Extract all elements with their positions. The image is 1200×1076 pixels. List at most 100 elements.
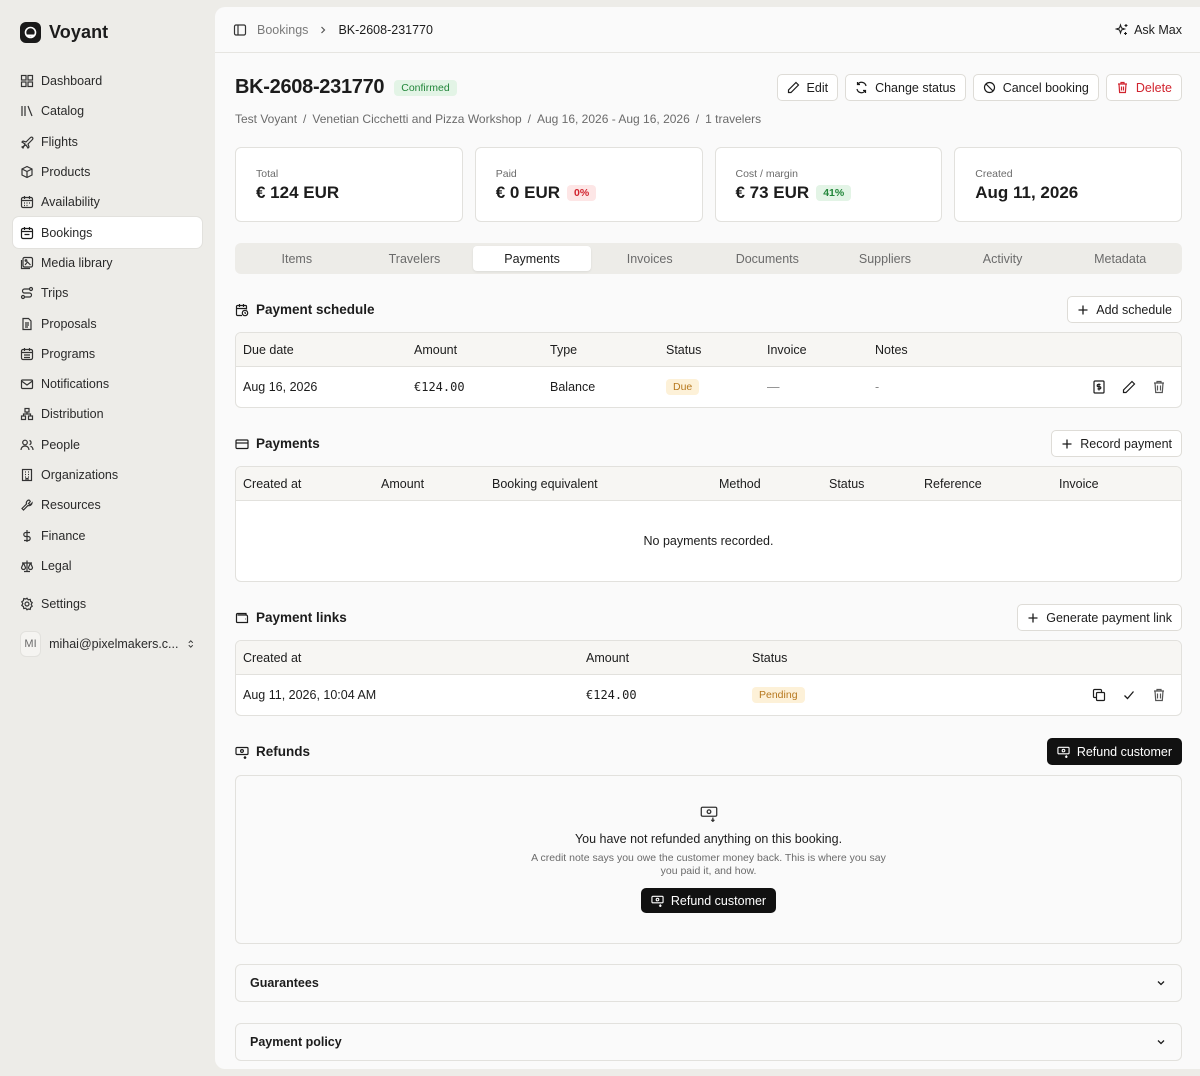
delete-button[interactable]: Delete [1105, 74, 1182, 101]
plus-icon [1062, 439, 1072, 448]
change-status-label: Change status [875, 80, 956, 95]
sidebar-item-label: People [41, 437, 80, 452]
stat-value: Aug 11, 2026 [975, 183, 1161, 203]
invoice: — [767, 380, 780, 394]
sidebar-item-settings[interactable]: Settings [13, 589, 202, 619]
payment-policy-collapsible[interactable]: Payment policy [235, 1023, 1182, 1061]
tab-documents[interactable]: Documents [709, 246, 827, 271]
record-payment-button[interactable]: Record payment [1051, 430, 1182, 457]
tab-activity[interactable]: Activity [944, 246, 1062, 271]
sidebar-item-programs[interactable]: Programs [13, 339, 202, 369]
sidebar-item-flights[interactable]: Flights [13, 127, 202, 157]
guarantees-collapsible[interactable]: Guarantees [235, 964, 1182, 1002]
sidebar-item-label: Bookings [41, 225, 93, 240]
generate-payment-link-button[interactable]: Generate payment link [1017, 604, 1182, 631]
column-header: Method [719, 476, 761, 491]
logo-icon [20, 22, 41, 43]
sidebar-item-bookings[interactable]: Bookings [13, 217, 202, 248]
sidebar-item-organizations[interactable]: Organizations [13, 460, 202, 490]
sidebar-item-finance[interactable]: Finance [13, 520, 202, 550]
table-header: Created at Amount Status [236, 641, 1181, 675]
stat-label: Cost / margin [735, 168, 798, 180]
add-schedule-label: Add schedule [1096, 302, 1172, 317]
sidebar-nav: Dashboard Catalog Flights Products Avail… [13, 66, 202, 619]
pencil-icon [787, 81, 799, 94]
credit-card-icon [235, 438, 249, 449]
copy-icon[interactable] [1091, 687, 1107, 703]
sidebar-item-trips[interactable]: Trips [13, 278, 202, 308]
trash-icon[interactable] [1151, 687, 1167, 703]
payment-links-title: Payment links [256, 610, 347, 625]
tab-metadata[interactable]: Metadata [1061, 246, 1179, 271]
sidebar-item-resources[interactable]: Resources [13, 490, 202, 520]
wrench-icon [21, 499, 33, 512]
sidebar-item-media-library[interactable]: Media library [13, 248, 202, 278]
building-icon [21, 468, 33, 482]
sidebar: Voyant Dashboard Catalog Flights Product… [0, 0, 214, 1076]
column-header: Invoice [767, 342, 807, 357]
section-title: Payment schedule [235, 302, 375, 317]
calendar-clock-icon [235, 303, 249, 316]
stat-label: Paid [495, 168, 517, 180]
sidebar-item-legal[interactable]: Legal [13, 551, 202, 581]
app-logo[interactable]: Voyant [20, 22, 108, 43]
subtitle-separator: / [303, 112, 307, 126]
payments-table: Created at Amount Booking equivalent Met… [235, 466, 1182, 582]
refund-customer-button[interactable]: Refund customer [1046, 738, 1182, 765]
trash-icon [1117, 81, 1127, 94]
stat-value: € 0 EUR 0% [496, 183, 682, 203]
sidebar-item-notifications[interactable]: Notifications [13, 369, 202, 399]
refund-customer-button-secondary[interactable]: Refund customer [640, 888, 777, 913]
table-row: Aug 11, 2026, 10:04 AM €124.00 Pending [236, 675, 1181, 715]
user-email: mihai@pixelmakers.c... [49, 637, 179, 651]
add-schedule-button[interactable]: Add schedule [1067, 296, 1182, 323]
invoice-icon[interactable] [1091, 379, 1107, 395]
sparkles-icon [1115, 22, 1128, 35]
stat-value-text: € 73 EUR [735, 183, 810, 202]
stat-value: € 73 EUR 41% [736, 183, 922, 203]
pencil-icon[interactable] [1121, 379, 1137, 395]
refund-icon [651, 895, 664, 907]
sidebar-item-products[interactable]: Products [13, 157, 202, 187]
payments-header: Payments Record payment [235, 430, 1182, 457]
sidebar-item-label: Dashboard [41, 74, 103, 89]
edit-button[interactable]: Edit [776, 74, 839, 101]
sidebar-item-people[interactable]: People [13, 430, 202, 460]
sidebar-toggle-icon[interactable] [233, 23, 247, 37]
refund-customer-label: Refund customer [1076, 744, 1172, 759]
column-header: Due date [243, 342, 294, 357]
sidebar-item-label: Organizations [41, 468, 119, 482]
breadcrumb-bookings[interactable]: Bookings [257, 23, 308, 37]
refresh-icon [856, 81, 867, 94]
sidebar-item-catalog[interactable]: Catalog [13, 96, 202, 126]
check-icon[interactable] [1121, 687, 1137, 703]
subtitle-customer: Test Voyant [235, 112, 298, 126]
stat-value-text: Aug 11, 2026 [975, 183, 1079, 202]
change-status-button[interactable]: Change status [845, 74, 966, 101]
tab-items[interactable]: Items [238, 246, 356, 271]
header-actions: Edit Change status Cancel booking Delete [776, 74, 1182, 101]
ask-max-label: Ask Max [1134, 22, 1182, 37]
refund-icon [700, 806, 717, 822]
sidebar-item-proposals[interactable]: Proposals [13, 308, 202, 338]
cancel-booking-button[interactable]: Cancel booking [972, 74, 1099, 101]
payments-title: Payments [256, 436, 320, 451]
column-header: Invoice [1059, 476, 1099, 491]
mail-icon [20, 379, 34, 390]
sidebar-item-distribution[interactable]: Distribution [13, 399, 202, 429]
status-badge: Pending [752, 687, 805, 703]
breadcrumb: Bookings BK-2608-231770 [257, 23, 433, 37]
tab-travelers[interactable]: Travelers [356, 246, 474, 271]
refunds-header: Refunds Refund customer [235, 738, 1182, 765]
tab-payments[interactable]: Payments [473, 246, 591, 271]
refund-icon [235, 746, 249, 759]
table-header: Due date Amount Type Status Invoice Note… [236, 333, 1181, 367]
column-header: Type [550, 342, 578, 357]
tab-suppliers[interactable]: Suppliers [826, 246, 944, 271]
sidebar-item-dashboard[interactable]: Dashboard [13, 66, 202, 96]
user-menu[interactable]: MI mihai@pixelmakers.c... [20, 630, 196, 658]
trash-icon[interactable] [1151, 379, 1167, 395]
sidebar-item-availability[interactable]: Availability [13, 187, 202, 217]
ask-max-button[interactable]: Ask Max [1115, 23, 1182, 37]
tab-invoices[interactable]: Invoices [591, 246, 709, 271]
